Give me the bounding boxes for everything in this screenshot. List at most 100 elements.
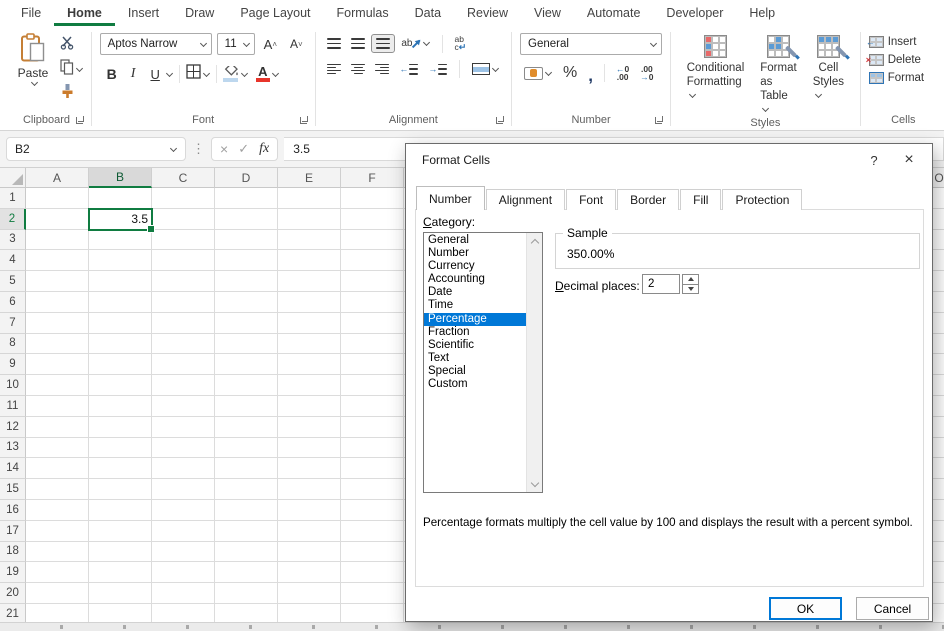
cell-f20[interactable] xyxy=(341,583,404,604)
italic-button[interactable]: I xyxy=(124,66,143,82)
cell-a8[interactable] xyxy=(26,334,89,355)
close-icon[interactable]: × xyxy=(894,148,924,172)
cell-b10[interactable] xyxy=(89,375,152,396)
increase-font-size-button[interactable]: A˄ xyxy=(260,34,281,55)
row-header-13[interactable]: 13 xyxy=(0,438,26,459)
category-item-special[interactable]: Special xyxy=(424,365,526,378)
cell-b14[interactable] xyxy=(89,458,152,479)
cell-c10[interactable] xyxy=(152,375,215,396)
menu-tab-automate[interactable]: Automate xyxy=(574,0,654,26)
cell-d5[interactable] xyxy=(215,271,278,292)
dialog-tab-protection[interactable]: Protection xyxy=(722,189,802,210)
cell-b20[interactable] xyxy=(89,583,152,604)
cell-f8[interactable] xyxy=(341,334,404,355)
font-color-button[interactable]: A xyxy=(252,63,283,85)
category-item-custom[interactable]: Custom xyxy=(424,378,526,391)
align-left-button[interactable] xyxy=(323,61,345,78)
category-item-percentage[interactable]: Percentage xyxy=(424,313,526,326)
menu-tab-help[interactable]: Help xyxy=(736,0,788,26)
cell-b4[interactable] xyxy=(89,250,152,271)
top-align-button[interactable] xyxy=(323,35,345,52)
menu-tab-review[interactable]: Review xyxy=(454,0,521,26)
cell-c16[interactable] xyxy=(152,500,215,521)
column-header-d[interactable]: D xyxy=(215,168,278,188)
column-header-e[interactable]: E xyxy=(278,168,341,188)
cell-f11[interactable] xyxy=(341,396,404,417)
cell-d3[interactable] xyxy=(215,230,278,251)
active-cell-selection[interactable] xyxy=(88,208,153,231)
cell-a18[interactable] xyxy=(26,542,89,563)
cell-f6[interactable] xyxy=(341,292,404,313)
cell-b9[interactable] xyxy=(89,354,152,375)
cell-b1[interactable] xyxy=(89,188,152,209)
format-painter-button[interactable] xyxy=(60,83,83,103)
row-header-18[interactable]: 18 xyxy=(0,542,26,563)
underline-button[interactable]: U xyxy=(142,64,176,85)
cell-b8[interactable] xyxy=(89,334,152,355)
cell-f5[interactable] xyxy=(341,271,404,292)
cell-f12[interactable] xyxy=(341,417,404,438)
cell-b12[interactable] xyxy=(89,417,152,438)
cell-c1[interactable] xyxy=(152,188,215,209)
cell-e13[interactable] xyxy=(278,438,341,459)
row-header-17[interactable]: 17 xyxy=(0,521,26,542)
cell-e20[interactable] xyxy=(278,583,341,604)
ok-button[interactable]: OK xyxy=(769,597,842,620)
row-header-16[interactable]: 16 xyxy=(0,500,26,521)
orientation-button[interactable]: ab xyxy=(397,35,433,52)
cell-a6[interactable] xyxy=(26,292,89,313)
font-name-combo[interactable]: Aptos Narrow xyxy=(100,33,212,55)
menu-tab-home[interactable]: Home xyxy=(54,0,115,26)
category-item-text[interactable]: Text xyxy=(424,352,526,365)
cell-c12[interactable] xyxy=(152,417,215,438)
spinner-down-button[interactable] xyxy=(683,285,698,294)
cell-d10[interactable] xyxy=(215,375,278,396)
cell-e3[interactable] xyxy=(278,230,341,251)
spinner-up-button[interactable] xyxy=(683,275,698,285)
cell-d15[interactable] xyxy=(215,479,278,500)
cell-c14[interactable] xyxy=(152,458,215,479)
increase-decimal-button[interactable]: ←0 .00 xyxy=(612,62,633,84)
formula-cancel-button[interactable]: × xyxy=(220,141,228,157)
format-as-table-button[interactable]: Format as Table xyxy=(752,33,804,117)
formula-enter-button[interactable]: ✓ xyxy=(238,141,249,157)
cell-b19[interactable] xyxy=(89,562,152,583)
cell-b5[interactable] xyxy=(89,271,152,292)
cell-a15[interactable] xyxy=(26,479,89,500)
cell-d6[interactable] xyxy=(215,292,278,313)
category-item-number[interactable]: Number xyxy=(424,247,526,260)
cell-c20[interactable] xyxy=(152,583,215,604)
cell-e5[interactable] xyxy=(278,271,341,292)
cell-f3[interactable] xyxy=(341,230,404,251)
menu-tab-file[interactable]: File xyxy=(8,0,54,26)
cell-f16[interactable] xyxy=(341,500,404,521)
cell-e17[interactable] xyxy=(278,521,341,542)
cell-d18[interactable] xyxy=(215,542,278,563)
cell-d20[interactable] xyxy=(215,583,278,604)
decrease-indent-button[interactable]: ← xyxy=(395,61,422,78)
cell-c5[interactable] xyxy=(152,271,215,292)
row-header-9[interactable]: 9 xyxy=(0,354,26,375)
column-header-c[interactable]: C xyxy=(152,168,215,188)
row-header-7[interactable]: 7 xyxy=(0,313,26,334)
name-box[interactable]: B2 xyxy=(6,137,186,161)
cell-c6[interactable] xyxy=(152,292,215,313)
copy-button[interactable] xyxy=(60,59,83,79)
cell-e16[interactable] xyxy=(278,500,341,521)
cell-b15[interactable] xyxy=(89,479,152,500)
cell-d9[interactable] xyxy=(215,354,278,375)
decrease-decimal-button[interactable]: .00 →0 xyxy=(636,62,657,84)
cell-a16[interactable] xyxy=(26,500,89,521)
cell-f7[interactable] xyxy=(341,313,404,334)
alignment-dialog-launcher[interactable] xyxy=(496,116,504,124)
column-header-a[interactable]: A xyxy=(26,168,89,188)
font-dialog-launcher[interactable] xyxy=(300,116,308,124)
cell-e14[interactable] xyxy=(278,458,341,479)
accounting-format-button[interactable] xyxy=(520,64,556,83)
row-header-20[interactable]: 20 xyxy=(0,583,26,604)
row-header-14[interactable]: 14 xyxy=(0,458,26,479)
dialog-tab-fill[interactable]: Fill xyxy=(680,189,721,210)
cell-c9[interactable] xyxy=(152,354,215,375)
delete-cells-button[interactable]: × Delete xyxy=(869,54,924,66)
cell-a10[interactable] xyxy=(26,375,89,396)
